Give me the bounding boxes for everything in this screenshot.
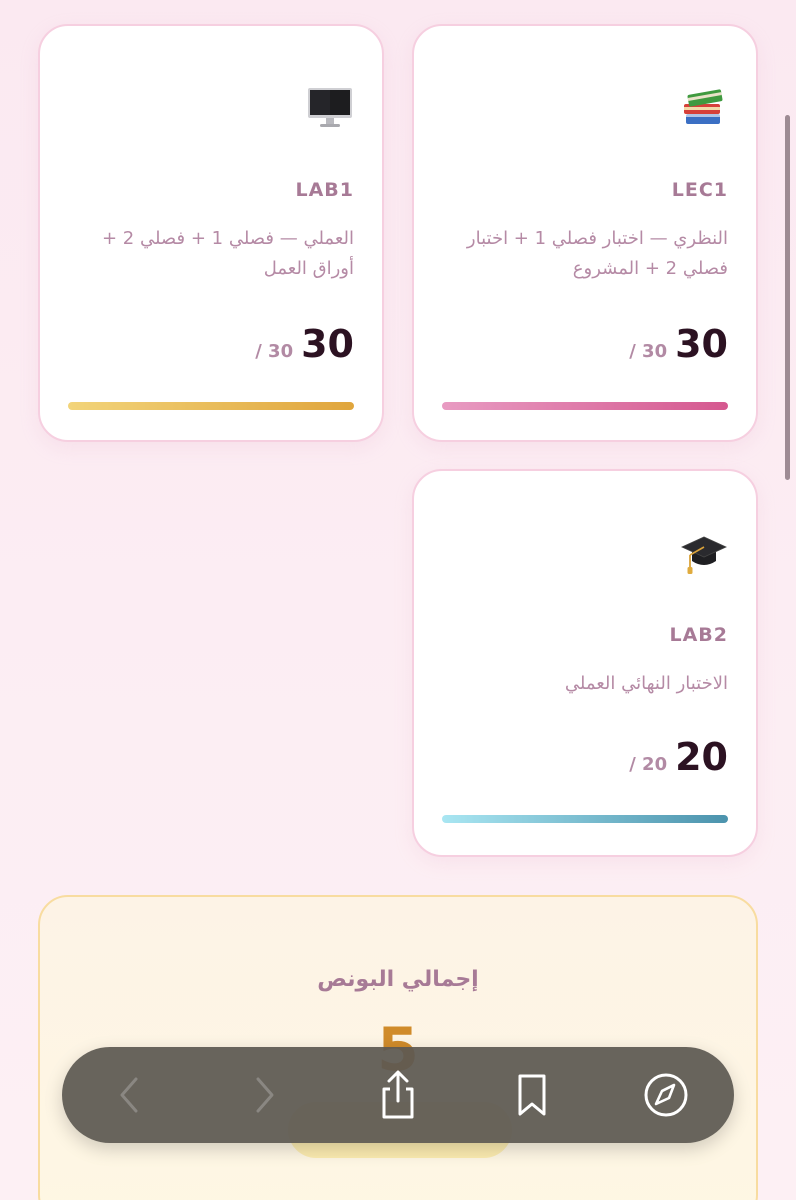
progress-bar xyxy=(68,402,354,410)
card-description: العملي — فصلي 1 + فصلي 2 + أوراق العمل xyxy=(101,228,354,279)
card-lab2: LAB2 الاختبار النهائي العملي / 20 20 xyxy=(412,469,758,857)
card-code: LAB2 xyxy=(669,624,728,646)
bookmarks-icon xyxy=(518,1074,546,1116)
share-icon xyxy=(382,1070,414,1119)
card-description: الاختبار النهائي العملي xyxy=(564,673,728,694)
bonus-title: إجمالي البونص xyxy=(317,967,479,992)
score-max: / 30 xyxy=(255,341,294,362)
score-max: / 30 xyxy=(629,341,668,362)
card-code: LAB1 xyxy=(295,179,354,201)
desktop-computer-icon xyxy=(308,88,352,127)
card-score: / 30 30 xyxy=(629,322,728,366)
browser-toolbar xyxy=(62,1047,734,1143)
score-max: / 20 xyxy=(629,754,668,775)
back-icon xyxy=(120,1077,138,1113)
card-description: النظري — اختبار فصلي 1 + اختبار فصلي 2 +… xyxy=(466,228,728,279)
forward-button[interactable] xyxy=(240,1071,288,1119)
bookmarks-button[interactable] xyxy=(508,1071,556,1119)
books-icon xyxy=(684,89,723,124)
safari-compass-icon xyxy=(644,1073,688,1117)
score-value: 30 xyxy=(301,322,354,366)
progress-bar xyxy=(442,402,728,410)
score-value: 30 xyxy=(675,322,728,366)
card-lec1: LEC1 النظري — اختبار فصلي 1 + اختبار فصل… xyxy=(412,24,758,442)
share-button[interactable] xyxy=(374,1070,422,1119)
compass-button[interactable] xyxy=(642,1071,690,1119)
card-code: LEC1 xyxy=(671,179,728,201)
card-score: / 20 20 xyxy=(629,735,728,779)
scrollbar[interactable] xyxy=(785,115,790,480)
forward-icon xyxy=(256,1077,274,1113)
score-value: 20 xyxy=(675,735,728,779)
graduation-cap-icon xyxy=(681,536,727,574)
back-button[interactable] xyxy=(106,1071,154,1119)
progress-bar xyxy=(442,815,728,823)
card-lab1: LAB1 العملي — فصلي 1 + فصلي 2 + أوراق ال… xyxy=(38,24,384,442)
card-score: / 30 30 xyxy=(255,322,354,366)
